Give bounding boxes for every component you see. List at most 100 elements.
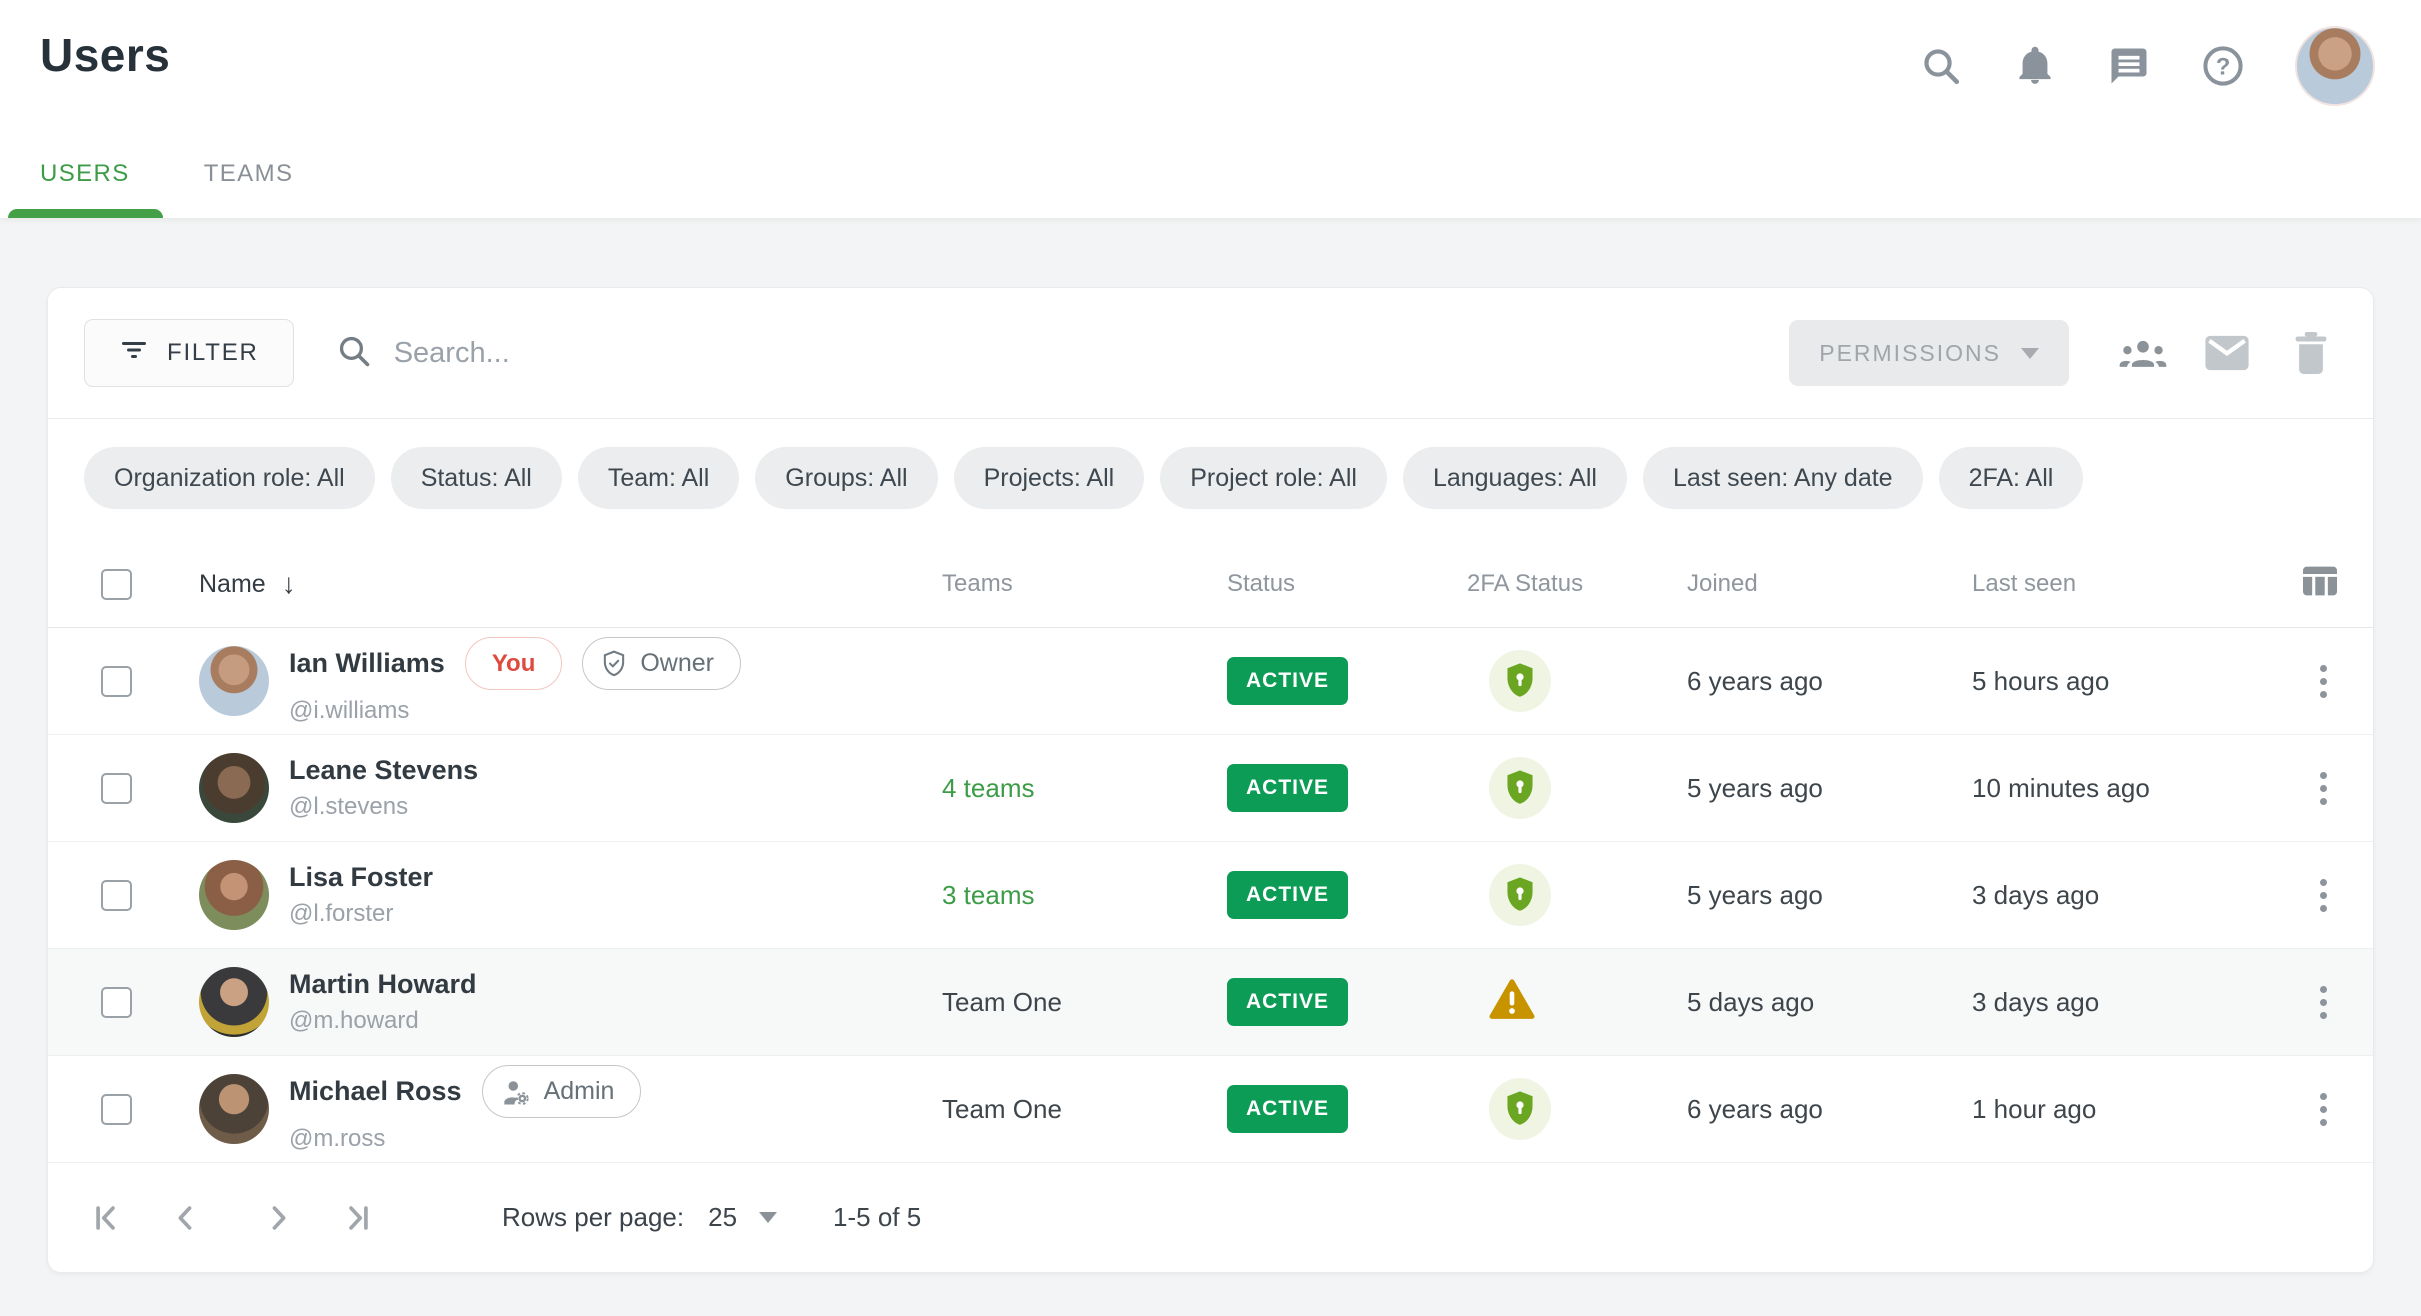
chip-projects[interactable]: Projects: All (954, 447, 1145, 509)
notifications-bell-icon[interactable] (2013, 44, 2057, 88)
2fa-enabled-icon (1489, 1078, 1551, 1140)
row-checkbox[interactable] (101, 987, 132, 1018)
column-header-last-seen[interactable]: Last seen (1942, 570, 2277, 598)
previous-page-button[interactable] (162, 1194, 210, 1242)
user-handle: @l.stevens (289, 793, 478, 821)
admin-badge-label: Admin (544, 1077, 615, 1106)
user-handle: @l.forster (289, 900, 433, 928)
column-header-2fa[interactable]: 2FA Status (1437, 570, 1657, 598)
row-menu-kebab-icon[interactable] (2310, 869, 2337, 922)
user-handle: @m.ross (289, 1125, 641, 1153)
columns-settings-icon[interactable] (2303, 566, 2337, 603)
filter-button[interactable]: FILTER (84, 319, 294, 387)
row-menu-kebab-icon[interactable] (2310, 976, 2337, 1029)
joined-cell: 5 years ago (1657, 773, 1942, 804)
chip-status[interactable]: Status: All (391, 447, 562, 509)
column-header-name[interactable]: Name ↓ (189, 570, 912, 599)
chip-2fa[interactable]: 2FA: All (1939, 447, 2084, 509)
chip-languages[interactable]: Languages: All (1403, 447, 1627, 509)
next-page-button[interactable] (254, 1194, 302, 1242)
user-name: Martin Howard (289, 969, 477, 1000)
mail-icon (2205, 335, 2249, 371)
help-icon[interactable]: ? (2201, 44, 2245, 88)
row-menu-kebab-icon[interactable] (2310, 655, 2337, 708)
chat-icon[interactable] (2107, 44, 2151, 88)
pagination-bar: Rows per page: 25 1-5 of 5 (48, 1163, 2373, 1272)
user-avatar[interactable] (2295, 26, 2375, 106)
delete-users-button[interactable] (2285, 327, 2337, 379)
row-menu-kebab-icon[interactable] (2310, 762, 2337, 815)
row-menu-kebab-icon[interactable] (2310, 1083, 2337, 1136)
trash-icon (2293, 332, 2329, 374)
table-row[interactable]: Lisa Foster @l.forster 3 teams ACTIVE 5 … (48, 842, 2373, 949)
chevron-down-icon (2021, 348, 2039, 359)
teams-cell: Team One (942, 1094, 1062, 1125)
user-name: Leane Stevens (289, 755, 478, 786)
top-bar: Users ? USERS TEAMS (0, 0, 2421, 218)
status-badge: ACTIVE (1227, 764, 1348, 812)
table-row[interactable]: Martin Howard @m.howard Team One ACTIVE … (48, 949, 2373, 1056)
row-checkbox[interactable] (101, 1094, 132, 1125)
users-admin-page: Users ? USERS TEAMS (0, 0, 2421, 1316)
table-row[interactable]: Michael Ross Admin @m.ross Team One ACTI… (48, 1056, 2373, 1163)
chevron-right-icon (261, 1201, 295, 1235)
last-seen-cell: 3 days ago (1942, 987, 2277, 1018)
tab-bar: USERS TEAMS (40, 160, 293, 218)
joined-cell: 5 years ago (1657, 880, 1942, 911)
search-icon (336, 333, 372, 374)
send-email-button[interactable] (2201, 327, 2253, 379)
rows-per-page-select[interactable]: 25 (708, 1202, 777, 1233)
group-icon (2118, 336, 2168, 370)
column-header-teams[interactable]: Teams (912, 570, 1197, 598)
table-row[interactable]: Leane Stevens @l.stevens 4 teams ACTIVE … (48, 735, 2373, 842)
column-header-status[interactable]: Status (1197, 570, 1437, 598)
teams-link[interactable]: 3 teams (942, 880, 1035, 911)
2fa-enabled-icon (1489, 650, 1551, 712)
row-checkbox[interactable] (101, 773, 132, 804)
first-page-button[interactable] (84, 1194, 132, 1242)
last-seen-cell: 1 hour ago (1942, 1094, 2277, 1125)
chip-team[interactable]: Team: All (578, 447, 739, 509)
avatar (199, 967, 269, 1037)
search-input[interactable] (394, 337, 1748, 370)
filter-button-label: FILTER (167, 339, 259, 367)
avatar (199, 753, 269, 823)
row-checkbox[interactable] (101, 666, 132, 697)
chip-groups[interactable]: Groups: All (755, 447, 937, 509)
teams-link[interactable]: 4 teams (942, 773, 1035, 804)
chevron-left-icon (169, 1201, 203, 1235)
joined-cell: 6 years ago (1657, 666, 1942, 697)
row-checkbox[interactable] (101, 880, 132, 911)
table-row[interactable]: Ian Williams You Owner @i.williams ACTIV… (48, 628, 2373, 735)
last-seen-cell: 3 days ago (1942, 880, 2277, 911)
chip-project-role[interactable]: Project role: All (1160, 447, 1387, 509)
joined-cell: 5 days ago (1657, 987, 1942, 1018)
last-seen-cell: 5 hours ago (1942, 666, 2277, 697)
search-icon[interactable] (1919, 44, 1963, 88)
last-page-button[interactable] (332, 1194, 380, 1242)
chip-organization-role[interactable]: Organization role: All (84, 447, 375, 509)
permissions-dropdown-button[interactable]: PERMISSIONS (1789, 320, 2069, 386)
chip-last-seen[interactable]: Last seen: Any date (1643, 447, 1923, 509)
user-handle: @m.howard (289, 1007, 477, 1035)
owner-badge-label: Owner (640, 649, 714, 678)
first-page-icon (91, 1201, 125, 1235)
table-toolbar: FILTER PERMISSIONS (48, 288, 2373, 418)
tab-users[interactable]: USERS (40, 160, 130, 218)
owner-badge: Owner (582, 637, 741, 690)
column-header-joined[interactable]: Joined (1657, 570, 1942, 598)
user-name: Ian Williams (289, 648, 445, 679)
add-to-group-button[interactable] (2117, 327, 2169, 379)
tab-teams[interactable]: TEAMS (204, 160, 294, 218)
bulk-action-icons (2117, 327, 2337, 379)
sort-descending-icon[interactable]: ↓ (282, 570, 296, 598)
2fa-enabled-icon (1489, 864, 1551, 926)
2fa-enabled-icon (1489, 757, 1551, 819)
rows-per-page-label: Rows per page: (502, 1202, 684, 1233)
select-all-checkbox[interactable] (101, 569, 132, 600)
svg-text:?: ? (2216, 53, 2231, 80)
avatar (199, 646, 269, 716)
user-name: Lisa Foster (289, 862, 433, 893)
avatar (199, 860, 269, 930)
status-badge: ACTIVE (1227, 871, 1348, 919)
